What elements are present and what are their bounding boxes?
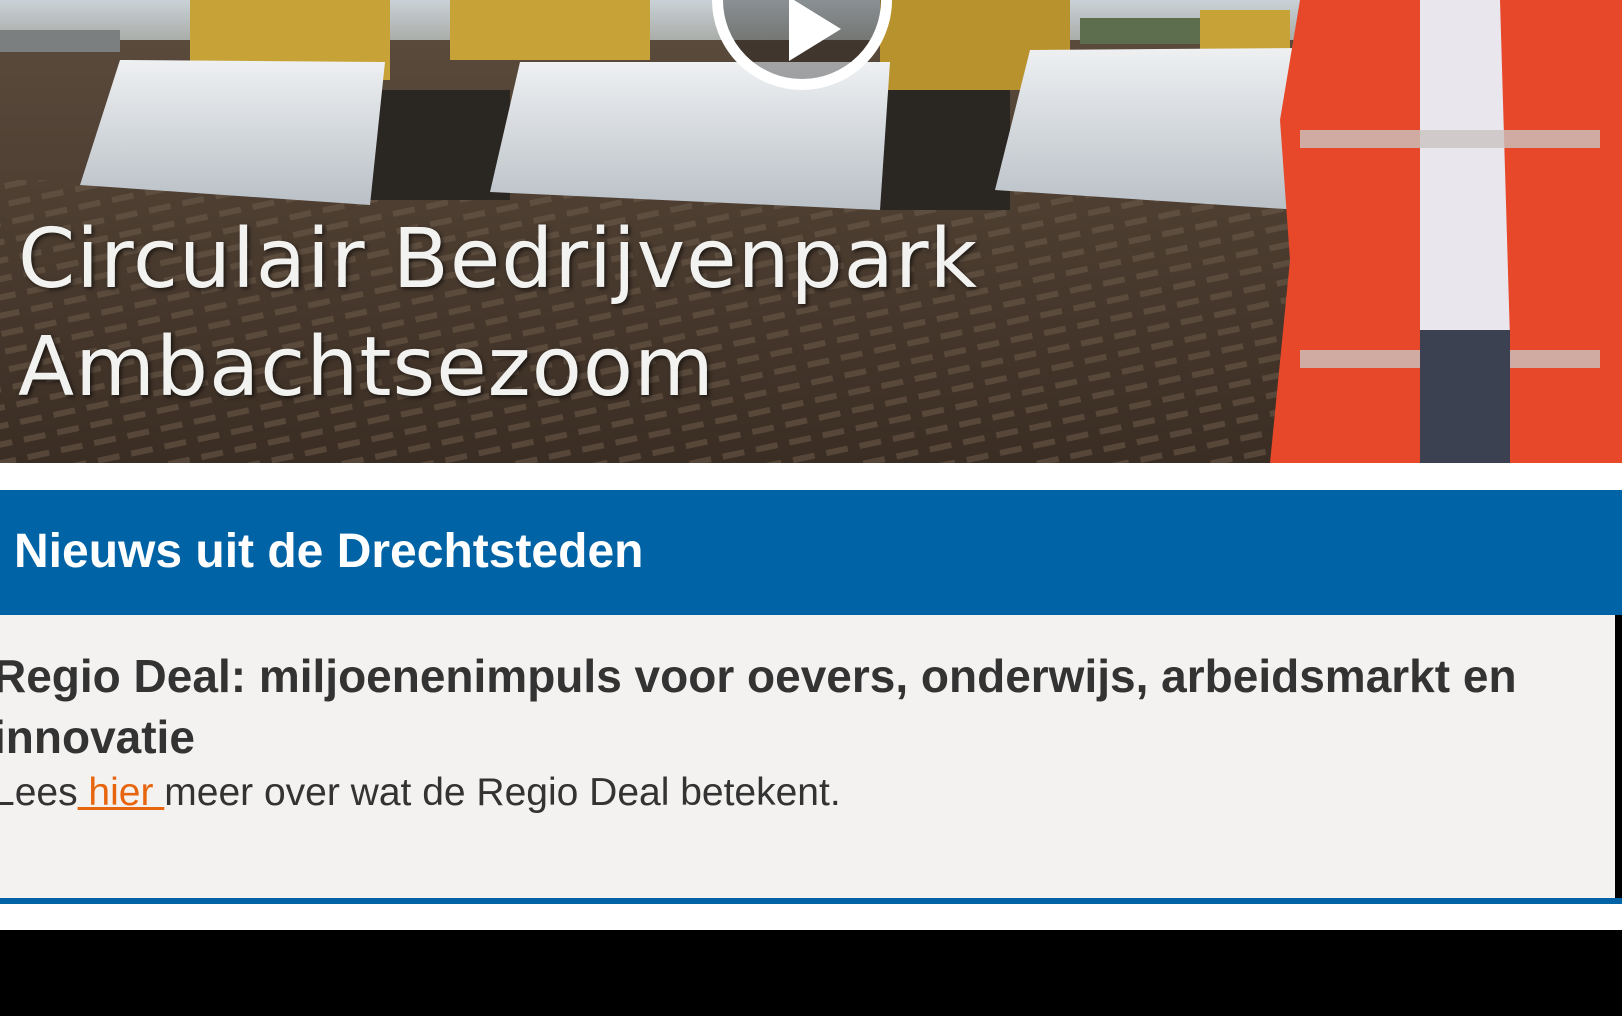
play-icon bbox=[789, 0, 841, 61]
article-body-suffix: meer over wat de Regio Deal betekent. bbox=[164, 771, 841, 814]
thumbnail-title-line2: Ambachtsezoom bbox=[18, 320, 715, 415]
thumbnail-title-line1: Circulair Bedrijvenpark bbox=[18, 212, 979, 307]
divider bbox=[0, 463, 1622, 490]
thumbnail-title: Circulair Bedrijvenpark Ambachtsezoom bbox=[18, 206, 978, 422]
article-title: Regio Deal: miljoenenimpuls voor oevers,… bbox=[0, 650, 1517, 763]
article-body-prefix: Lees bbox=[0, 771, 78, 814]
read-more-link[interactable]: hier bbox=[78, 771, 165, 814]
video-thumbnail[interactable]: Circulair Bedrijvenpark Ambachtsezoom bbox=[0, 0, 1622, 463]
article-body: Lees hier meer over wat de Regio Deal be… bbox=[0, 768, 1575, 818]
news-article: Regio Deal: miljoenenimpuls voor oevers,… bbox=[0, 615, 1615, 898]
divider bbox=[0, 904, 1622, 930]
section-heading: Nieuws uit de Drechtsteden bbox=[0, 490, 1622, 615]
